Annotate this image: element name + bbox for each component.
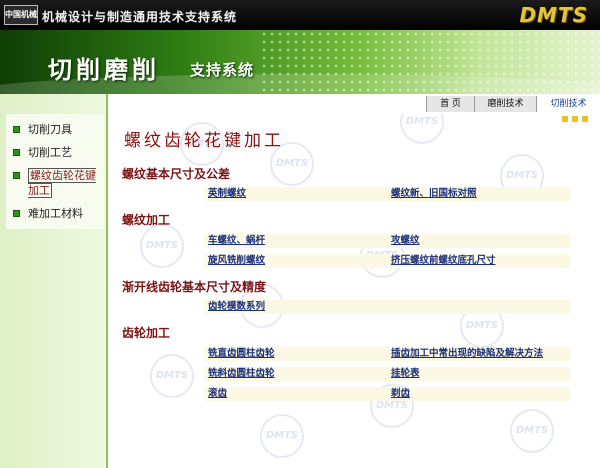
watermark-logo: DMTS	[140, 224, 184, 268]
link-milling-helical-gear[interactable]: 铣斜齿圆柱齿轮	[204, 367, 387, 381]
link-roll-forming-hole-size[interactable]: 挤压螺纹前螺纹底孔尺寸	[387, 254, 570, 268]
sidebar-item-label: 切削刀具	[28, 123, 72, 136]
link-thread-standard-comparison[interactable]: 螺纹新、旧国标对照	[387, 187, 570, 201]
bullet-icon	[13, 149, 20, 156]
brand-logo: DMTS	[519, 3, 588, 27]
tab-grinding-tech[interactable]: 磨削技术	[474, 96, 536, 112]
bullet-icon	[13, 126, 20, 133]
top-bar: 中国机械 机械设计与制造通用技术支持系统 DMTS	[0, 0, 600, 30]
watermark-logo: DMTS	[150, 354, 194, 398]
bullet-icon	[13, 210, 20, 217]
sidebar-item-cutting-process[interactable]: 切削工艺	[6, 141, 104, 164]
section-heading-thread-machining: 螺纹加工	[122, 213, 171, 227]
sidebar-item-thread-gear-spline[interactable]: 螺纹齿轮花键加工	[6, 164, 104, 202]
table-row: 铣斜齿圆柱齿轮 挂轮表	[204, 367, 570, 381]
banner: 切削磨削 支持系统	[0, 30, 600, 94]
banner-title: 切削磨削	[48, 56, 160, 84]
section-heading-thread-dimensions: 螺纹基本尺寸及公差	[122, 167, 231, 181]
link-whirlwind-milling-thread[interactable]: 旋风铣削螺纹	[204, 254, 387, 268]
watermark-logo: DMTS	[400, 114, 444, 144]
table-row: 旋风铣削螺纹 挤压螺纹前螺纹底孔尺寸	[204, 254, 570, 268]
table-row: 齿轮模数系列	[204, 300, 570, 314]
sidebar-item-cutting-tools[interactable]: 切削刀具	[6, 118, 104, 141]
link-imperial-thread[interactable]: 英制螺纹	[204, 187, 387, 201]
table-row: 车螺纹、蜗杆 攻螺纹	[204, 234, 570, 248]
link-change-gear-table[interactable]: 挂轮表	[387, 367, 570, 381]
sidebar-item-label: 切削工艺	[28, 146, 72, 159]
sidebar: 切削刀具 切削工艺 螺纹齿轮花键加工 难加工材料	[0, 94, 108, 468]
sidebar-item-label: 难加工材料	[28, 207, 83, 220]
tab-home[interactable]: 首 页	[426, 96, 474, 112]
link-turning-thread-worm[interactable]: 车螺纹、蜗杆	[204, 234, 387, 248]
logo: 中国机械	[4, 5, 38, 25]
sidebar-menu: 切削刀具 切削工艺 螺纹齿轮花键加工 难加工材料	[6, 114, 104, 229]
link-hobbing[interactable]: 滚齿	[204, 387, 387, 401]
link-gear-shaping-defects[interactable]: 插齿加工中常出现的缺陷及解决方法	[387, 347, 570, 361]
link-gear-module-series[interactable]: 齿轮模数系列	[204, 300, 387, 314]
empty-cell	[387, 300, 570, 314]
bullet-icon	[13, 172, 20, 179]
sidebar-item-difficult-materials[interactable]: 难加工材料	[6, 202, 104, 225]
table-row: 滚齿 剃齿	[204, 387, 570, 401]
section-heading-gear-dimensions: 渐开线齿轮基本尺寸及精度	[122, 280, 267, 294]
tab-cutting-tech[interactable]: 切削技术	[536, 96, 600, 112]
section-heading-gear-machining: 齿轮加工	[122, 326, 171, 340]
watermark-logo: DMTS	[260, 414, 304, 458]
link-tapping[interactable]: 攻螺纹	[387, 234, 570, 248]
site-title: 机械设计与制造通用技术支持系统	[42, 10, 238, 24]
page-title: 螺纹齿轮花键加工	[124, 131, 284, 151]
watermark-logo: DMTS	[510, 409, 554, 453]
logo-text: 中国机械	[5, 10, 37, 19]
sidebar-item-label: 螺纹齿轮花键加工	[28, 168, 96, 198]
link-gear-shaving[interactable]: 剃齿	[387, 387, 570, 401]
top-nav: 首 页 磨削技术 切削技术	[426, 96, 600, 112]
main-content: DMTS DMTS DMTS DMTS DMTS DMTS DMTS DMTS …	[110, 114, 600, 468]
link-milling-spur-gear[interactable]: 铣直齿圆柱齿轮	[204, 347, 387, 361]
table-row: 铣直齿圆柱齿轮 插齿加工中常出现的缺陷及解决方法	[204, 347, 570, 361]
banner-subtitle: 支持系统	[190, 61, 255, 79]
table-row: 英制螺纹 螺纹新、旧国标对照	[204, 187, 570, 201]
